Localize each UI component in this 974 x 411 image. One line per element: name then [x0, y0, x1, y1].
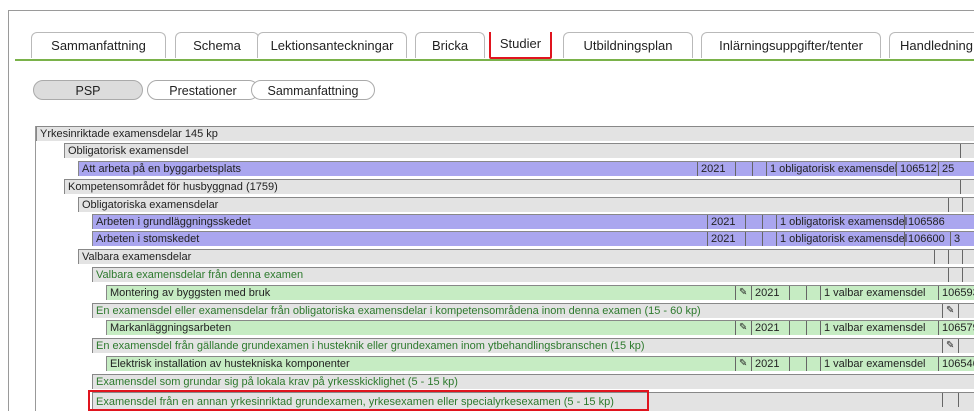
tree-obligatoriska: Obligatoriska examensdelar — [78, 197, 974, 212]
tab-handledning[interactable]: Handledning — [889, 32, 974, 58]
pencil-icon[interactable]: ✎ — [735, 357, 751, 371]
tree-valbara-denna: Valbara examensdelar från denna examen — [92, 267, 974, 282]
tab-underline — [15, 59, 974, 61]
row-grundlaggning[interactable]: Arbeten i grundläggningsskedet 2021 1 ob… — [92, 214, 974, 229]
tree-galland: En examensdel från gällande grundexamen … — [92, 338, 974, 353]
pencil-icon[interactable]: ✎ — [942, 339, 958, 353]
tab-sammanfattning[interactable]: Sammanfattning — [31, 32, 166, 58]
tab-utbildningsplan[interactable]: Utbildningsplan — [563, 32, 693, 58]
tree-root: Yrkesinriktade examensdelar 145 kp — [36, 126, 974, 141]
tab-inlarningsuppgifter[interactable]: Inlärningsuppgifter/tenter — [701, 32, 881, 58]
study-tree: Yrkesinriktade examensdelar 145 kp Oblig… — [35, 126, 974, 411]
tree-obligatorisk: Obligatorisk examensdel — [64, 143, 974, 158]
highlight-annan — [88, 390, 649, 411]
pencil-icon[interactable]: ✎ — [735, 321, 751, 335]
tree-oblig-kompetens: En examensdel eller examensdelar från ob… — [92, 303, 974, 318]
tab-schema[interactable]: Schema — [175, 32, 259, 58]
tab-bricka[interactable]: Bricka — [415, 32, 485, 58]
tab-lektionsanteckningar[interactable]: Lektionsanteckningar — [257, 32, 407, 58]
row-markanlaggning[interactable]: Markanläggningsarbeten ✎ 2021 1 valbar e… — [106, 320, 974, 335]
subtab-sammanfattning[interactable]: Sammanfattning — [251, 80, 375, 100]
row-montering[interactable]: Montering av byggsten med bruk ✎ 2021 1 … — [106, 285, 974, 300]
tree-valbara: Valbara examensdelar — [78, 249, 974, 264]
pencil-icon[interactable]: ✎ — [942, 304, 958, 318]
subtab-psp[interactable]: PSP — [33, 80, 143, 100]
row-att-arbeta[interactable]: Att arbeta på en byggarbetsplats 2021 1 … — [78, 161, 974, 176]
row-stomskedet[interactable]: Arbeten i stomskedet 2021 1 obligatorisk… — [92, 231, 974, 246]
pencil-icon[interactable]: ✎ — [735, 286, 751, 300]
tree-kompetens: Kompetensområdet för husbyggnad (1759) — [64, 179, 974, 194]
row-elektrisk[interactable]: Elektrisk installation av hustekniska ko… — [106, 356, 974, 371]
subtab-prestationer[interactable]: Prestationer — [147, 80, 259, 100]
tree-lokala: Examensdel som grundar sig på lokala kra… — [92, 374, 974, 389]
main-tabs: Sammanfattning Schema Lektionsanteckning… — [15, 32, 974, 60]
tab-studier[interactable]: Studier — [489, 32, 552, 59]
